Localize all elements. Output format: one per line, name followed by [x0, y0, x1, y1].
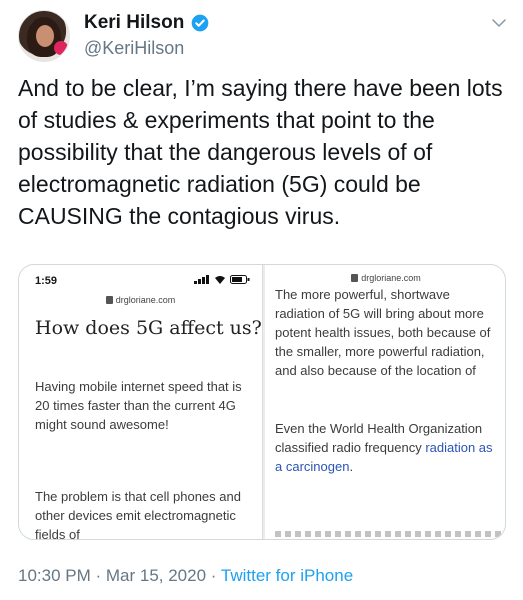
lock-icon	[105, 296, 113, 304]
tweet-header: Keri Hilson @KeriHilson	[18, 8, 508, 68]
separator: ·	[90, 566, 106, 585]
article-paragraph: Having mobile internet speed that is 20 …	[35, 379, 242, 432]
avatar-badge-icon	[54, 41, 68, 55]
article-paragraph: Even the World Health Organization class…	[275, 419, 501, 476]
chevron-down-icon[interactable]	[490, 14, 508, 32]
cut-off-text-line	[275, 531, 501, 537]
verified-badge-icon	[191, 14, 209, 32]
tweet-footer: 10:30 PM · Mar 15, 2020 · Twitter for iP…	[18, 566, 353, 586]
name-row[interactable]: Keri Hilson	[84, 12, 210, 34]
url-bar: drgloriane.com	[19, 295, 262, 305]
battery-icon	[230, 275, 250, 284]
status-time: 1:59	[35, 275, 58, 287]
article-title: How does 5G affect us?	[35, 317, 262, 339]
tweet-text: And to be clear, I’m saying there have b…	[18, 75, 503, 229]
signal-icon	[194, 275, 209, 284]
tweet-date[interactable]: Mar 15, 2020	[106, 566, 206, 585]
tweet-source-link[interactable]: Twitter for iPhone	[221, 566, 353, 585]
separator: ·	[206, 566, 221, 585]
tweet-time[interactable]: 10:30 PM	[18, 566, 91, 585]
avatar-face	[36, 25, 54, 47]
url-text: drgloriane.com	[115, 295, 176, 305]
wifi-icon	[215, 276, 225, 284]
user-handle[interactable]: @KeriHilson	[84, 38, 184, 59]
phone-status-bar: 1:59	[35, 275, 250, 289]
article-paragraph: The more powerful, shortwave radiation o…	[275, 287, 491, 378]
screenshot-right: drgloriane.com The more powerful, shortw…	[265, 265, 505, 539]
display-name[interactable]: Keri Hilson	[84, 12, 184, 34]
screenshot-left: 1:59 drgloriane.com How does 5G affect u…	[19, 265, 263, 539]
status-icons	[194, 275, 250, 284]
tweet-media-image[interactable]: 1:59 drgloriane.com How does 5G affect u…	[18, 264, 506, 540]
paragraph-text-end: .	[349, 459, 354, 474]
article-paragraph: The problem is that cell phones and othe…	[35, 489, 241, 540]
lock-icon	[351, 274, 359, 282]
avatar[interactable]	[18, 10, 70, 62]
url-bar: drgloriane.com	[265, 273, 505, 283]
url-text: drgloriane.com	[361, 273, 421, 283]
